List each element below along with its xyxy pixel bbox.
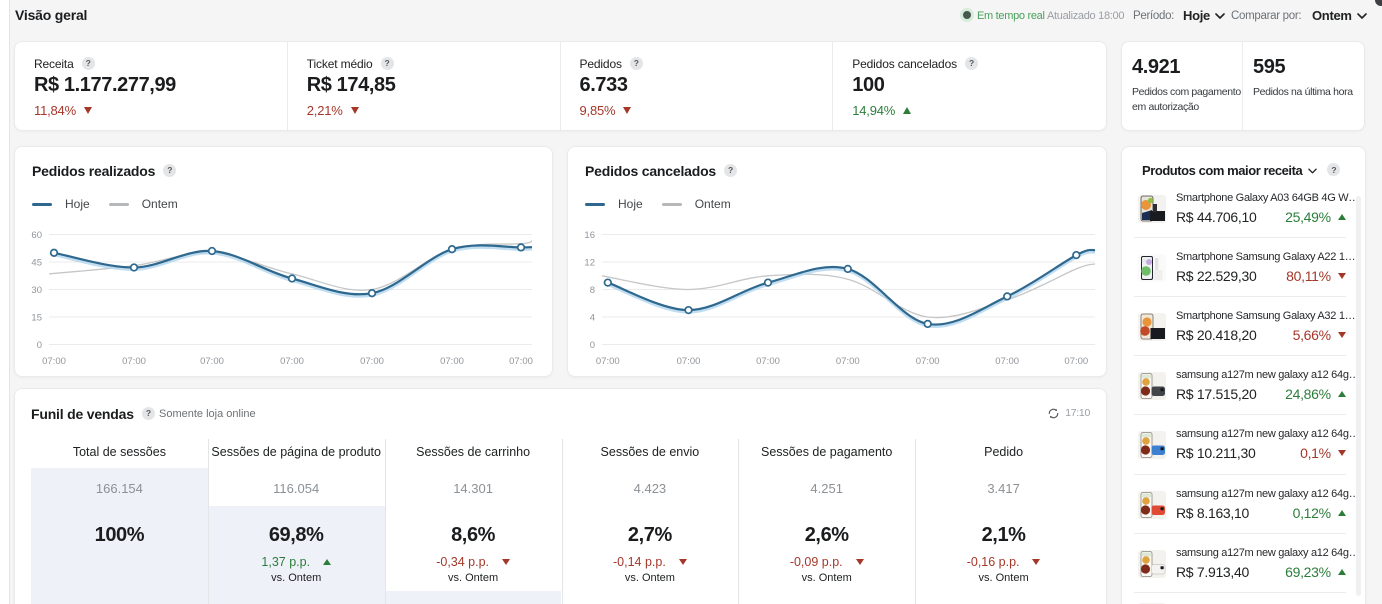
svg-text:07:00: 07:00 <box>509 356 533 367</box>
svg-text:16: 16 <box>584 230 595 241</box>
svg-text:0: 0 <box>37 340 42 351</box>
svg-text:07:00: 07:00 <box>1064 356 1088 367</box>
svg-text:0: 0 <box>590 340 595 351</box>
svg-text:07:00: 07:00 <box>280 356 304 367</box>
svg-text:07:00: 07:00 <box>916 356 940 367</box>
svg-text:30: 30 <box>31 285 42 296</box>
svg-text:07:00: 07:00 <box>677 356 701 367</box>
svg-text:15: 15 <box>31 313 42 324</box>
svg-text:07:00: 07:00 <box>995 356 1019 367</box>
svg-text:07:00: 07:00 <box>42 356 66 367</box>
svg-text:8: 8 <box>590 285 595 296</box>
svg-text:07:00: 07:00 <box>360 356 384 367</box>
svg-text:12: 12 <box>584 258 595 269</box>
svg-text:07:00: 07:00 <box>440 356 464 367</box>
svg-text:60: 60 <box>31 230 42 241</box>
svg-text:4: 4 <box>590 313 595 324</box>
svg-text:45: 45 <box>31 258 42 269</box>
svg-text:07:00: 07:00 <box>596 356 620 367</box>
svg-text:07:00: 07:00 <box>756 356 780 367</box>
svg-text:07:00: 07:00 <box>200 356 224 367</box>
svg-text:07:00: 07:00 <box>122 356 146 367</box>
svg-text:07:00: 07:00 <box>836 356 860 367</box>
